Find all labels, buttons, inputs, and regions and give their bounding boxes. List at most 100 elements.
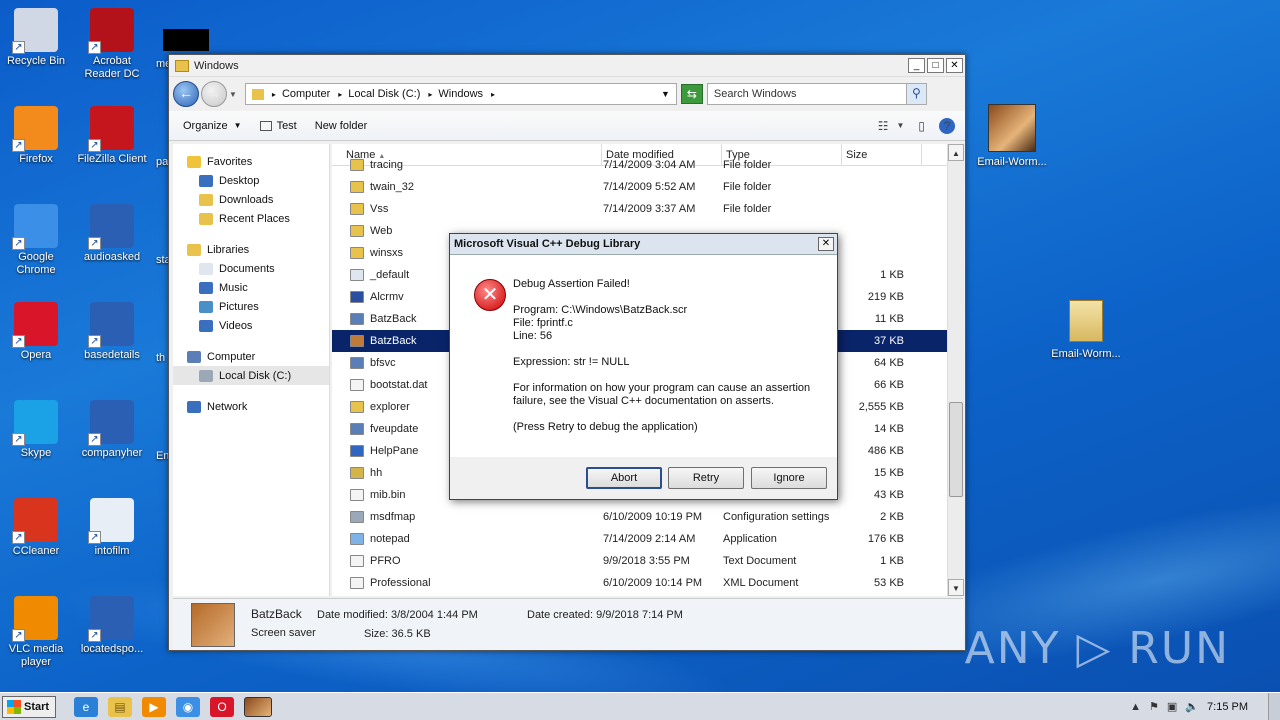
shortcut-arrow-icon: ↗ bbox=[12, 433, 25, 446]
breadcrumb-windows[interactable]: Windows bbox=[438, 88, 483, 100]
search-input[interactable]: Search Windows ⚲ bbox=[706, 83, 927, 105]
nav-library-0[interactable]: Documents bbox=[173, 259, 329, 278]
view-options-icon[interactable]: ☷ bbox=[878, 119, 889, 133]
close-button[interactable]: ✕ bbox=[946, 58, 963, 73]
desktop-icon-label: companyher bbox=[81, 447, 143, 459]
preview-pane-icon[interactable]: ▯ bbox=[918, 119, 925, 133]
table-row[interactable]: tracing 7/14/2009 3:04 AM File folder bbox=[332, 154, 964, 176]
volume-icon[interactable]: 🔈 bbox=[1185, 700, 1199, 713]
nav-favorite-1[interactable]: Downloads bbox=[173, 190, 329, 209]
abort-button[interactable]: Abort bbox=[586, 467, 662, 489]
desktop-icon-label: basedetails bbox=[84, 349, 140, 361]
desktop-icon-0[interactable]: ↗ Acrobat Reader DC bbox=[74, 8, 150, 81]
desktop-icon-6[interactable]: ↗ VLC media player bbox=[0, 596, 74, 669]
explorer-taskbar-icon[interactable]: ▤ bbox=[108, 696, 132, 717]
file-size: 64 KB bbox=[874, 357, 904, 369]
new-folder-button[interactable]: New folder bbox=[315, 120, 368, 132]
desktop-icon-email-worm-zip[interactable]: Email-Worm... bbox=[1046, 300, 1126, 360]
scroll-up-icon[interactable]: ▲ bbox=[948, 144, 964, 161]
nav-local-disk[interactable]: Local Disk (C:) bbox=[173, 366, 329, 385]
desktop-icon-1[interactable]: ↗ FileZilla Client bbox=[74, 106, 150, 166]
retry-button[interactable]: Retry bbox=[668, 467, 744, 489]
nav-favorites[interactable]: Favorites bbox=[173, 152, 329, 171]
table-row[interactable]: twain_32 7/14/2009 5:52 AM File folder bbox=[332, 176, 964, 198]
forward-button[interactable]: → bbox=[201, 81, 227, 107]
organize-button[interactable]: Organize ▼ bbox=[183, 120, 242, 132]
action-center-flag-icon[interactable]: ⚑ bbox=[1149, 700, 1159, 713]
debug-assertion-dialog[interactable]: Microsoft Visual C++ Debug Library ✕ ✕ D… bbox=[449, 233, 838, 500]
view-chevron-icon[interactable]: ▼ bbox=[896, 121, 904, 130]
computer-icon bbox=[187, 350, 201, 363]
desktop-icon-5[interactable]: ↗ CCleaner bbox=[0, 498, 74, 558]
media-player-icon[interactable]: ▶ bbox=[142, 696, 166, 717]
redaction-box bbox=[163, 29, 209, 51]
internet-explorer-icon[interactable]: e bbox=[74, 696, 98, 717]
nav-library-3[interactable]: Videos bbox=[173, 316, 329, 335]
nav-libraries[interactable]: Libraries bbox=[173, 240, 329, 259]
opera-taskbar-icon[interactable]: O bbox=[210, 696, 234, 717]
show-desktop-button[interactable] bbox=[1268, 693, 1280, 720]
desktop-icon-4[interactable]: ↗ Skype bbox=[0, 400, 74, 460]
vertical-scrollbar[interactable]: ▲ ▼ bbox=[947, 144, 964, 596]
print-button[interactable]: Test bbox=[259, 120, 297, 132]
shortcut-arrow-icon: ↗ bbox=[12, 237, 25, 250]
nav-library-1[interactable]: Music bbox=[173, 278, 329, 297]
nav-network[interactable]: Network bbox=[173, 397, 329, 416]
desktop-icon-1[interactable]: ↗ Firefox bbox=[0, 106, 74, 166]
table-row[interactable]: notepad 7/14/2009 2:14 AM Application 176 K… bbox=[332, 528, 964, 550]
table-row[interactable]: Professional 6/10/2009 10:14 PM XML Docume… bbox=[332, 572, 964, 594]
refresh-button[interactable]: ⇆ bbox=[680, 84, 703, 104]
back-button[interactable]: ← bbox=[173, 81, 199, 107]
chrome-taskbar-icon[interactable]: ◉ bbox=[176, 696, 200, 717]
ignore-button[interactable]: Ignore bbox=[751, 467, 827, 489]
desktop-icon-3[interactable]: ↗ basedetails bbox=[74, 302, 150, 362]
file-type: File folder bbox=[723, 181, 772, 193]
file-type: Configuration settings bbox=[723, 511, 830, 523]
table-row[interactable]: msdfmap 6/10/2009 10:19 PM Configuration s… bbox=[332, 506, 964, 528]
nav-label: Videos bbox=[219, 319, 253, 332]
nav-favorite-2[interactable]: Recent Places bbox=[173, 209, 329, 228]
breadcrumb-local-disk[interactable]: Local Disk (C:) bbox=[348, 88, 420, 100]
nav-computer[interactable]: Computer bbox=[173, 347, 329, 366]
recent-pages-chevron-icon[interactable]: ▼ bbox=[229, 90, 237, 99]
scroll-down-icon[interactable]: ▼ bbox=[948, 579, 964, 596]
breadcrumb-separator-icon[interactable]: ▸ bbox=[338, 90, 342, 99]
shortcut-arrow-icon: ↗ bbox=[88, 433, 101, 446]
file-size: 176 KB bbox=[867, 533, 904, 545]
search-icon[interactable]: ⚲ bbox=[905, 84, 926, 104]
nav-library-2[interactable]: Pictures bbox=[173, 297, 329, 316]
breadcrumb-separator-icon[interactable]: ▸ bbox=[272, 90, 276, 99]
desktop-icon-2[interactable]: ↗ audioasked bbox=[74, 204, 150, 264]
nav-favorite-0[interactable]: Desktop bbox=[173, 171, 329, 190]
desktop-icon-2[interactable]: ↗ Google Chrome bbox=[0, 204, 74, 277]
desktop-icon-0[interactable]: ↗ Recycle Bin bbox=[0, 8, 74, 68]
breadcrumb-separator-icon[interactable]: ▸ bbox=[428, 90, 432, 99]
dialog-titlebar[interactable]: Microsoft Visual C++ Debug Library ✕ bbox=[450, 234, 837, 255]
desktop-icon-3[interactable]: ↗ Opera bbox=[0, 302, 74, 362]
dialog-close-button[interactable]: ✕ bbox=[818, 237, 834, 251]
explorer-titlebar[interactable]: Windows _ □ ✕ bbox=[169, 55, 965, 77]
desktop-icon-6[interactable]: ↗ locatedspo... bbox=[74, 596, 150, 656]
breadcrumb-computer[interactable]: Computer bbox=[282, 88, 330, 100]
desktop-icon-4[interactable]: ↗ companyher bbox=[74, 400, 150, 460]
table-row[interactable]: Vss 7/14/2009 3:37 AM File folder bbox=[332, 198, 964, 220]
desktop-icon-email-worm-image[interactable]: Email-Worm... bbox=[972, 104, 1052, 168]
desktop-icon-5[interactable]: ↗ intofilm bbox=[74, 498, 150, 558]
clock[interactable]: 7:15 PM bbox=[1207, 701, 1248, 713]
tray-expand-icon[interactable]: ▲ bbox=[1130, 701, 1141, 713]
network-icon[interactable]: ▣ bbox=[1167, 700, 1177, 713]
scrollbar-thumb[interactable] bbox=[949, 402, 963, 497]
table-row[interactable]: PFRO 9/9/2018 3:55 PM Text Document 1 KB bbox=[332, 550, 964, 572]
app-icon bbox=[350, 423, 364, 435]
batzback-taskbar-icon[interactable] bbox=[244, 696, 272, 717]
file-name: hh bbox=[370, 467, 383, 479]
minimize-button[interactable]: _ bbox=[908, 58, 925, 73]
address-dropdown-icon[interactable]: ▼ bbox=[661, 89, 670, 99]
breadcrumb-separator-icon[interactable]: ▸ bbox=[491, 90, 495, 99]
desktop-icon-label: VLC media player bbox=[8, 643, 64, 668]
help-icon[interactable]: ? bbox=[939, 117, 955, 134]
maximize-button[interactable]: □ bbox=[927, 58, 944, 73]
start-button[interactable]: Start bbox=[2, 695, 56, 718]
address-input[interactable]: ▸ Computer ▸ Local Disk (C:) ▸ Windows ▸… bbox=[244, 83, 677, 105]
folder-icon bbox=[350, 225, 364, 237]
